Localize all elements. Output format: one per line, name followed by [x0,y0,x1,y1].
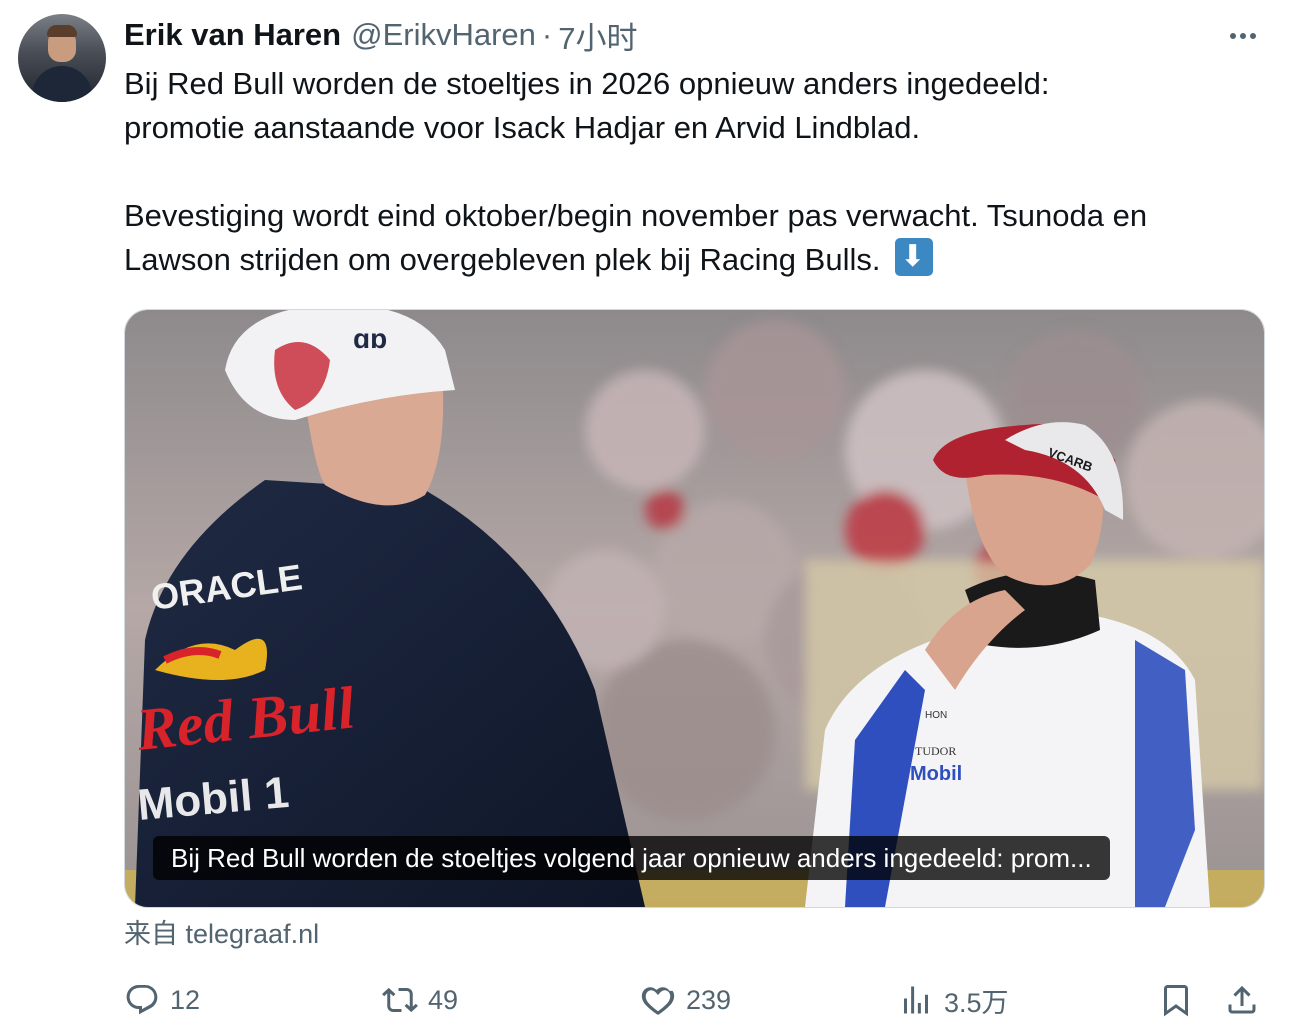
link-card-image[interactable]: ɑɒ ORACLE Red Bull Mobil 1 Mobil TUDOR H… [124,309,1265,908]
header-separator: · [541,17,553,52]
repost-icon [382,987,418,1013]
photo-illustration: ɑɒ ORACLE Red Bull Mobil 1 Mobil TUDOR H… [125,310,1264,907]
author-avatar[interactable] [18,14,106,102]
reply-count: 12 [170,984,201,1015]
share-button[interactable] [1224,978,1270,1022]
tweet-line: Bij Red Bull worden de stoeltjes in 2026… [124,66,1050,101]
like-button[interactable]: 239 [640,978,731,1022]
views-chart-icon [904,986,928,1014]
heart-icon [641,987,675,1015]
share-icon [1228,985,1256,1014]
tweet-line-with-emoji: Lawson strijden om overgebleven plek bij… [124,238,1274,282]
repost-button[interactable]: 49 [382,978,458,1022]
more-dot-icon [1230,33,1236,39]
right-mobil-text: Mobil [910,763,962,785]
avatar-shoulders [32,66,92,102]
tweet-actions: 12 49 239 3.5万 [124,978,1264,1022]
tweet-line: Bevestiging wordt eind oktober/begin nov… [124,198,1148,233]
tudor-text: TUDOR [915,744,956,758]
reply-button[interactable]: 12 [124,978,200,1022]
more-dot-icon [1240,33,1246,39]
reply-icon [126,985,158,1015]
views-count: 3.5万 [944,987,1009,1018]
author-handle[interactable]: @ErikvHaren [351,17,536,53]
repost-count: 49 [428,984,459,1015]
like-count: 239 [686,984,732,1015]
tweet-line: Lawson strijden om overgebleven plek bij… [124,242,881,277]
link-card-caption: Bij Red Bull worden de stoeltjes volgend… [153,836,1110,880]
link-source[interactable]: 来自 telegraaf.nl [124,912,319,956]
author-name[interactable]: Erik van Haren [124,17,341,53]
cap-logo-text: ɑɒ [353,323,387,354]
tweet-text: Bij Red Bull worden de stoeltjes in 2026… [124,62,1274,282]
tweet-line: promotie aanstaande voor Isack Hadjar en… [124,110,921,145]
more-options-button[interactable] [1222,20,1264,52]
tweet-time[interactable]: 7小时 [558,13,637,58]
tweet-header: Erik van Haren @ErikvHaren · 7小时 [124,14,637,56]
more-dot-icon [1250,33,1256,39]
views-button[interactable]: 3.5万 [898,978,1009,1022]
avatar-hair [47,25,77,37]
bookmark-icon [1164,985,1188,1017]
down-arrow-emoji-icon [895,238,934,276]
bookmark-button[interactable] [1158,978,1204,1022]
hon-text: HON [925,710,947,721]
